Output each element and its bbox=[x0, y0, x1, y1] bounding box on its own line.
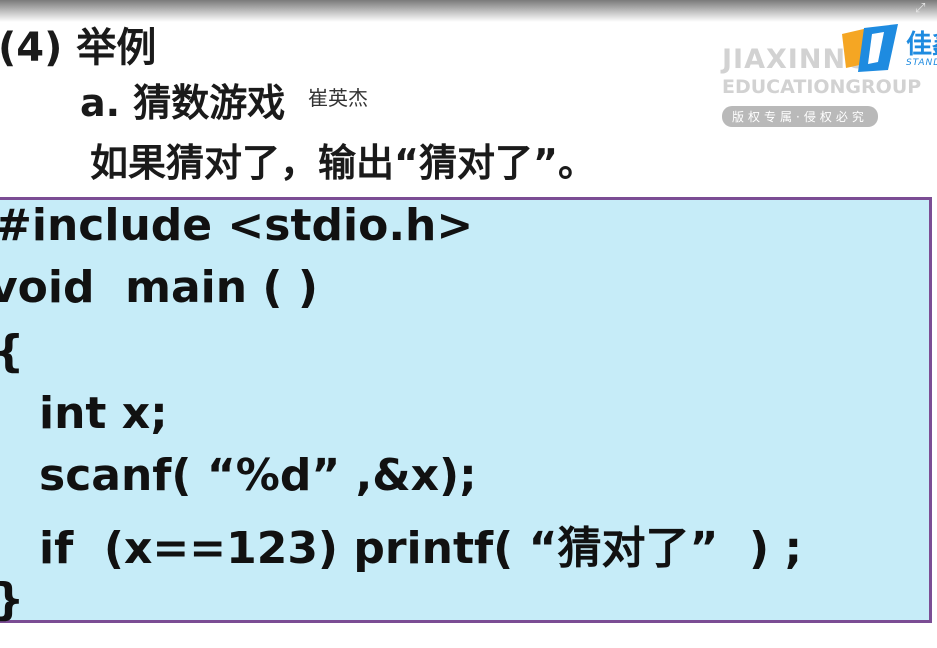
code-line: void main ( ) bbox=[0, 262, 318, 313]
code-line: scanf( “%d” ,&x); bbox=[39, 450, 477, 501]
code-line: #include <stdio.h> bbox=[0, 200, 474, 251]
code-line: if (x==123) printf( “猜对了” ) ; bbox=[39, 523, 803, 574]
video-top-bar bbox=[0, 0, 937, 22]
code-block: #include <stdio.h> void main ( ) { int x… bbox=[0, 197, 932, 625]
brand-tagline: 版权专属·侵权必究 bbox=[722, 106, 878, 127]
fullscreen-icon[interactable]: ⤢ bbox=[915, 2, 929, 16]
code-line: { bbox=[0, 326, 24, 377]
brand-watermark: JIAXINNO EDUCATIONGROUP 版权专属·侵权必究 佳鑫 STA… bbox=[720, 22, 937, 132]
brand-logo-text: 佳鑫 bbox=[906, 30, 937, 60]
brand-logo-sub: STANDS bbox=[906, 58, 937, 68]
code-line: int x; bbox=[39, 388, 168, 439]
slide-heading: (4) 举例 bbox=[0, 25, 157, 71]
brand-group: EDUCATIONGROUP bbox=[722, 76, 922, 98]
slide-subheading: a. 猜数游戏 bbox=[80, 81, 286, 125]
brand-logo-icon bbox=[842, 24, 898, 72]
slide-description: 如果猜对了，输出“猜对了”。 bbox=[90, 141, 596, 185]
watermark-name: 崔英杰 bbox=[308, 86, 368, 110]
code-line: } bbox=[0, 574, 24, 625]
